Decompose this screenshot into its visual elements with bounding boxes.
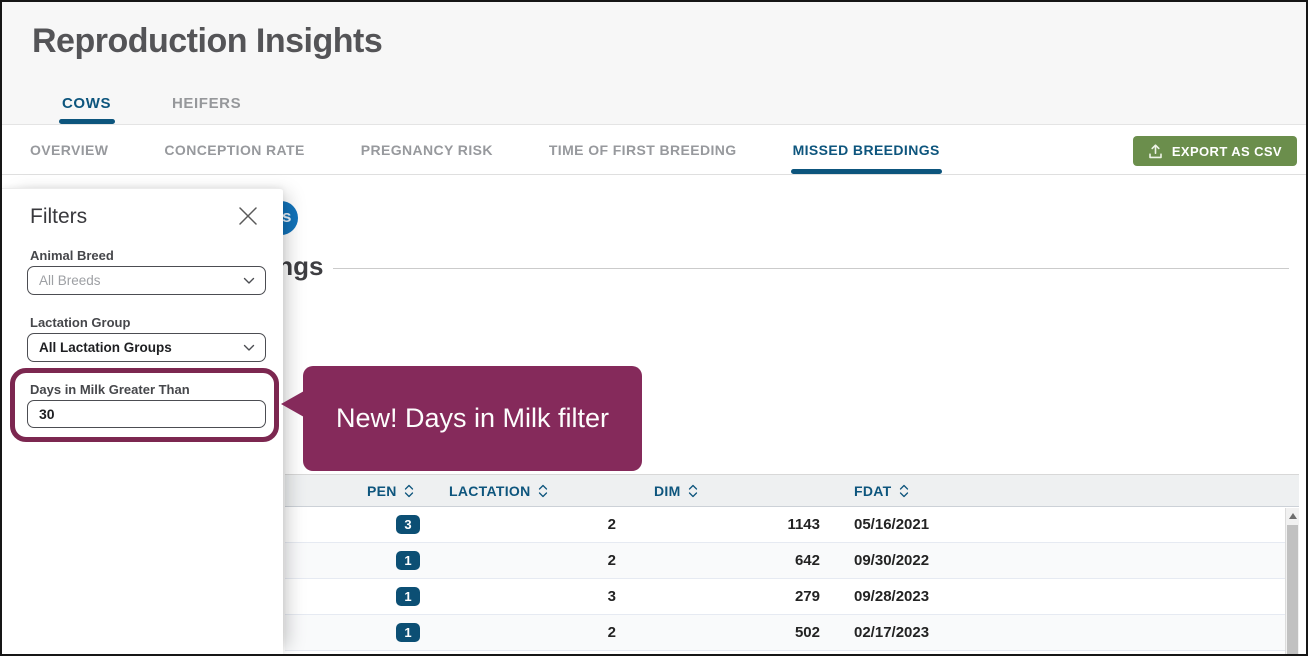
export-csv-button[interactable]: EXPORT AS CSV	[1133, 136, 1297, 166]
animal-breed-label: Animal Breed	[30, 248, 114, 263]
animal-breed-value: All Breeds	[39, 273, 243, 288]
subtab-bar: OVERVIEW CONCEPTION RATE PREGNANCY RISK …	[2, 126, 1306, 175]
callout-text: New! Days in Milk filter	[336, 403, 609, 434]
lactation-value: 3	[608, 588, 654, 605]
lactation-value: 2	[608, 624, 654, 641]
pen-badge: 1	[396, 623, 420, 642]
fdat-value: 09/28/2023	[854, 588, 929, 605]
column-header-dim[interactable]: DIM	[654, 483, 854, 499]
column-header-pen[interactable]: PEN	[367, 483, 449, 499]
dim-value: 279	[795, 588, 854, 605]
chevron-down-icon	[243, 277, 255, 285]
section-divider	[333, 268, 1289, 269]
fdat-value: 09/30/2022	[854, 552, 929, 569]
table-header-row: PEN LACTATION DIM FDAT	[285, 474, 1299, 507]
column-label: PEN	[367, 483, 397, 499]
tab-cows[interactable]: COWS	[62, 95, 111, 112]
export-upload-icon	[1148, 144, 1163, 159]
missed-breedings-table: PEN LACTATION DIM FDAT	[285, 474, 1299, 654]
scrollbar-up-arrow[interactable]	[1286, 508, 1299, 524]
close-icon[interactable]	[236, 204, 260, 228]
scrollbar-thumb[interactable]	[1287, 525, 1298, 654]
table-row[interactable]: 1 2 642 09/30/2022	[285, 543, 1299, 579]
column-label: DIM	[654, 483, 681, 499]
dim-value: 642	[795, 552, 854, 569]
table-row[interactable]: 3 2 1143 05/16/2021	[285, 507, 1299, 543]
pen-badge: 3	[396, 515, 420, 534]
active-tab-underline	[59, 119, 115, 124]
top-header: Reproduction Insights COWS HEIFERS	[2, 2, 1306, 125]
app-window: Reproduction Insights COWS HEIFERS OVERV…	[0, 0, 1308, 656]
animal-breed-select[interactable]: All Breeds	[27, 266, 266, 295]
column-label: FDAT	[854, 483, 892, 499]
sort-icon[interactable]	[538, 484, 548, 498]
table-row[interactable]: 1 3 279 09/28/2023	[285, 579, 1299, 615]
lactation-group-value: All Lactation Groups	[39, 340, 243, 355]
dim-value: 1143	[787, 516, 854, 533]
column-header-fdat[interactable]: FDAT	[854, 483, 1299, 499]
filters-title: Filters	[30, 205, 87, 229]
subtab-overview[interactable]: OVERVIEW	[30, 126, 108, 175]
days-in-milk-label: Days in Milk Greater Than	[30, 382, 190, 397]
filters-panel: Filters Animal Breed All Breeds Lactatio…	[2, 188, 283, 654]
lactation-group-select[interactable]: All Lactation Groups	[27, 333, 266, 362]
tab-heifers[interactable]: HEIFERS	[172, 95, 241, 112]
lactation-value: 2	[608, 552, 654, 569]
pen-badge: 1	[396, 551, 420, 570]
callout-arrow	[281, 391, 304, 417]
fdat-value: 05/16/2021	[854, 516, 929, 533]
column-label: LACTATION	[449, 483, 531, 499]
sort-icon[interactable]	[899, 484, 909, 498]
subtab-pregnancy-risk[interactable]: PREGNANCY RISK	[361, 126, 493, 175]
page-title: Reproduction Insights	[32, 22, 382, 61]
sort-icon[interactable]	[688, 484, 698, 498]
dim-value: 502	[795, 624, 854, 641]
new-filter-callout: New! Days in Milk filter	[303, 366, 642, 471]
column-header-lactation[interactable]: LACTATION	[449, 483, 654, 499]
sort-icon[interactable]	[404, 484, 414, 498]
table-scrollbar[interactable]	[1285, 508, 1299, 654]
fdat-value: 02/17/2023	[854, 624, 929, 641]
subtab-missed-breedings[interactable]: MISSED BREEDINGS	[793, 126, 940, 175]
subtab-time-of-first-breeding[interactable]: TIME OF FIRST BREEDING	[549, 126, 737, 175]
chevron-down-icon	[243, 344, 255, 352]
days-in-milk-input[interactable]	[27, 400, 266, 428]
lactation-value: 2	[608, 516, 654, 533]
lactation-group-label: Lactation Group	[30, 315, 130, 330]
table-row[interactable]: 1 2 502 02/17/2023	[285, 615, 1299, 651]
subtab-conception-rate[interactable]: CONCEPTION RATE	[164, 126, 304, 175]
pen-badge: 1	[396, 587, 420, 606]
section-count-badge-text: s	[282, 207, 291, 227]
export-csv-label: EXPORT AS CSV	[1172, 144, 1282, 159]
